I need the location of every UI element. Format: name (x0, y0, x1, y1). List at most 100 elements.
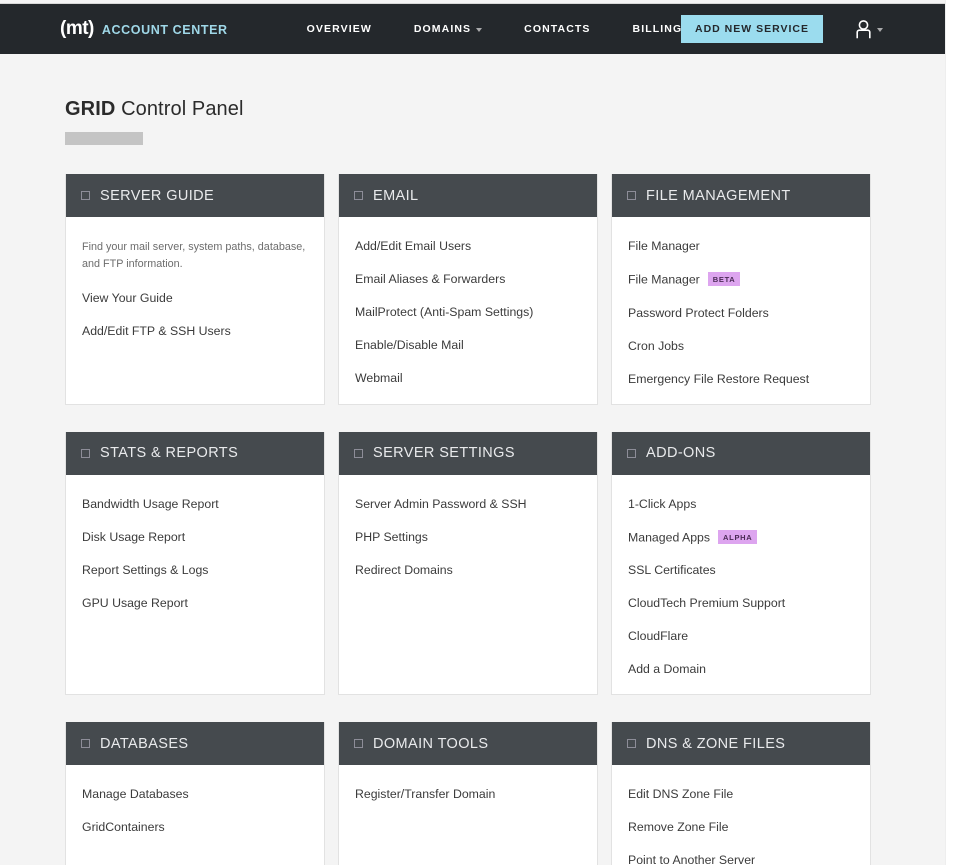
card-link-label: Bandwidth Usage Report (82, 496, 219, 511)
card-link-label: Cron Jobs (628, 338, 685, 353)
nav-item-overview[interactable]: OVERVIEW (286, 23, 393, 35)
card-link-label: GridContainers (82, 820, 165, 834)
card-link-php-settings[interactable]: PHP Settings (355, 530, 581, 544)
card-body-email: Add/Edit Email Users Email Aliases & Forw… (339, 217, 597, 404)
card-link-disk-usage-report[interactable]: Disk Usage Report (82, 530, 308, 544)
card-title: FILE MANAGEMENT (646, 187, 791, 204)
card-link-edit-dns-zone-file[interactable]: Edit DNS Zone File (628, 787, 854, 801)
card-body-databases: Manage Databases GridContainers (66, 765, 324, 865)
card-link-label: View Your Guide (82, 291, 173, 306)
chevron-down-icon (877, 28, 883, 32)
card-link-1-click-apps[interactable]: 1-Click Apps (628, 497, 854, 511)
page-title-rest: Control Panel (115, 98, 244, 120)
card-link-label: CloudFlare (628, 629, 689, 643)
card-body-dns-zone-files: Edit DNS Zone File Remove Zone File Point … (612, 765, 870, 865)
databases-icon (81, 739, 90, 748)
card-link-password-protect-folders[interactable]: Password Protect Folders (628, 306, 854, 320)
page-canvas: (mt) ACCOUNT CENTER OVERVIEW DOMAINS CON… (0, 0, 945, 865)
card-link-label: Disk Usage Report (82, 529, 186, 544)
card-header-email: EMAIL (339, 174, 597, 217)
add-new-service-button[interactable]: ADD NEW SERVICE (681, 15, 823, 43)
card-link-label: Email Aliases & Forwarders (355, 272, 506, 286)
card-link-bandwidth-usage-report[interactable]: Bandwidth Usage Report (82, 497, 308, 511)
card-link-label: 1-Click Apps (628, 496, 697, 511)
card-link-label: MailProtect (Anti-Spam Settings) (355, 305, 534, 319)
card-link-file-manager[interactable]: File Manager (628, 239, 854, 253)
card-link-managed-apps-alpha[interactable]: Managed Apps ALPHA (628, 529, 854, 544)
card-header-stats-reports: STATS & REPORTS (66, 431, 324, 475)
card-link-add-edit-ftp-ssh-users[interactable]: Add/Edit FTP & SSH Users (82, 324, 308, 338)
card-link-gridcontainers[interactable]: GridContainers (82, 820, 308, 834)
card-link-manage-databases[interactable]: Manage Databases (82, 787, 308, 801)
card-header-dns-zone-files: DNS & ZONE FILES (612, 722, 870, 765)
card-header-file-management: FILE MANAGEMENT (612, 174, 870, 217)
card-link-cloudflare[interactable]: CloudFlare (628, 629, 854, 643)
page-title-bold: GRID (65, 98, 116, 120)
card-link-cron-jobs[interactable]: Cron Jobs (628, 339, 854, 353)
card-description: Find your mail server, system paths, dat… (82, 241, 306, 270)
card-link-view-your-guide[interactable]: View Your Guide (82, 291, 308, 305)
nav-label: BILLING (632, 23, 683, 35)
card-link-label: Server Admin Password & SSH (355, 496, 527, 511)
card-link-add-a-domain[interactable]: Add a Domain (628, 662, 854, 676)
user-menu[interactable] (855, 19, 883, 39)
card-stats-reports: STATS & REPORTS Bandwidth Usage Report Dis… (65, 431, 325, 695)
card-title: ADD-ONS (646, 445, 716, 461)
card-link-label: CloudTech Premium Support (628, 596, 786, 610)
page-title-section: GRID Control Panel (0, 54, 945, 145)
card-link-label: SSL Certificates (628, 563, 716, 577)
card-link-ssl-certificates[interactable]: SSL Certificates (628, 563, 854, 577)
card-link-report-settings-logs[interactable]: Report Settings & Logs (82, 563, 308, 577)
card-body-add-ons: 1-Click Apps Managed Apps ALPHA SSL Certifi… (612, 475, 870, 695)
card-server-settings: SERVER SETTINGS Server Admin Password & S… (338, 431, 598, 695)
nav-item-domains[interactable]: DOMAINS (393, 23, 503, 35)
card-link-label: Enable/Disable Mail (355, 338, 464, 352)
card-link-enable-disable-mail[interactable]: Enable/Disable Mail (355, 338, 581, 352)
card-link-email-aliases-forwarders[interactable]: Email Aliases & Forwarders (355, 272, 581, 286)
brand[interactable]: (mt) ACCOUNT CENTER (60, 18, 228, 40)
card-link-label: Webmail (355, 371, 403, 385)
card-link-label: Managed Apps (628, 530, 711, 544)
nav-item-contacts[interactable]: CONTACTS (503, 23, 611, 35)
dns-zone-files-icon (627, 739, 636, 748)
card-link-redirect-domains[interactable]: Redirect Domains (355, 563, 581, 577)
card-link-label: Manage Databases (82, 787, 189, 801)
card-body-stats-reports: Bandwidth Usage Report Disk Usage Report R… (66, 475, 324, 695)
card-body-server-settings: Server Admin Password & SSH PHP Settings R… (339, 475, 597, 695)
card-link-cloudtech-premium-support[interactable]: CloudTech Premium Support (628, 596, 854, 610)
card-link-label: Add/Edit Email Users (355, 239, 472, 253)
nav-label: CONTACTS (524, 23, 591, 35)
card-dns-zone-files: DNS & ZONE FILES Edit DNS Zone File Remove… (611, 722, 871, 865)
card-link-label: GPU Usage Report (82, 595, 188, 610)
card-link-label: Point to Another Server (628, 853, 756, 865)
card-link-mailprotect-anti-spam-settings[interactable]: MailProtect (Anti-Spam Settings) (355, 305, 581, 319)
card-link-label: PHP Settings (355, 529, 428, 544)
card-header-databases: DATABASES (66, 722, 324, 765)
card-link-file-manager-beta[interactable]: File Manager BETA (628, 272, 854, 287)
card-link-gpu-usage-report[interactable]: GPU Usage Report (82, 596, 308, 610)
site-header: (mt) ACCOUNT CENTER OVERVIEW DOMAINS CON… (0, 4, 945, 54)
card-link-label: File Manager (628, 272, 700, 287)
card-link-add-edit-email-users[interactable]: Add/Edit Email Users (355, 239, 581, 253)
vertical-scrollbar[interactable] (945, 0, 957, 865)
card-link-webmail[interactable]: Webmail (355, 371, 581, 385)
card-link-label: Redirect Domains (355, 562, 453, 577)
card-title: DATABASES (100, 735, 189, 752)
status-badge-beta: BETA (707, 272, 741, 286)
email-icon (354, 191, 363, 200)
status-badge-alpha: ALPHA (718, 529, 758, 544)
card-title: DOMAIN TOOLS (373, 735, 489, 752)
card-link-register-transfer-domain[interactable]: Register/Transfer Domain (355, 787, 581, 801)
mt-logo: (mt) (60, 18, 94, 39)
card-link-label: File Manager (628, 239, 700, 253)
page-title: GRID Control Panel (65, 98, 945, 121)
card-link-label: Remove Zone File (628, 820, 729, 834)
add-ons-icon (627, 448, 636, 458)
card-link-label: Edit DNS Zone File (628, 787, 734, 801)
card-link-label: Emergency File Restore Request (628, 371, 810, 386)
card-link-server-admin-password-ssh[interactable]: Server Admin Password & SSH (355, 497, 581, 511)
card-link-emergency-file-restore-request[interactable]: Emergency File Restore Request (628, 372, 854, 386)
card-link-remove-zone-file[interactable]: Remove Zone File (628, 820, 854, 834)
card-link-point-to-another-server[interactable]: Point to Another Server (628, 853, 854, 865)
card-header-add-ons: ADD-ONS (612, 431, 870, 475)
